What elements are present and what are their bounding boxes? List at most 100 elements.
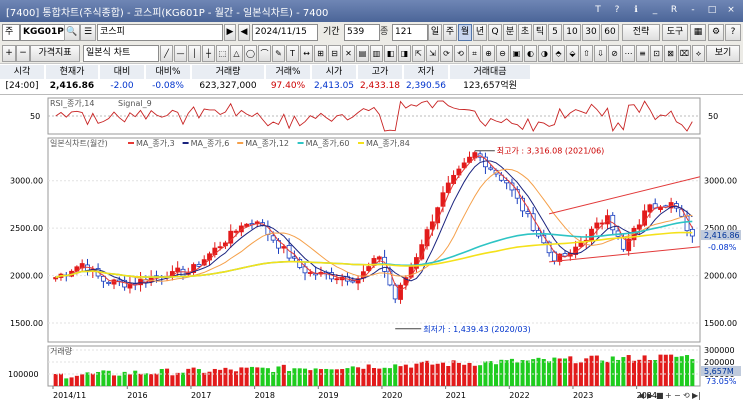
draw-tool-icon-25[interactable]: ▣ [510,45,523,62]
draw-tool-icon-12[interactable]: ⊟ [328,45,341,62]
grid-icon[interactable]: ▦ [690,24,706,41]
draw-tool-icon-15[interactable]: ▥ [370,45,383,62]
count-input[interactable]: 121 [392,24,428,41]
volume-bar [318,369,323,386]
volume-bar [154,373,159,386]
period-button-4[interactable]: Q [488,24,502,41]
help-icon[interactable]: ? [725,24,741,41]
draw-tool-icon-26[interactable]: ◐ [524,45,537,62]
draw-tool-icon-16[interactable]: ◧ [384,45,397,62]
draw-tool-icon-2[interactable]: │ [188,45,201,62]
title-button-6[interactable]: □ [704,3,720,17]
draw-tool-icon-8[interactable]: ✎ [272,45,285,62]
draw-tool-icon-14[interactable]: ▤ [356,45,369,62]
draw-tool-icon-6[interactable]: ◯ [244,45,257,62]
volume-bar [143,373,148,386]
period-input[interactable]: 539 [344,24,380,41]
tools-button[interactable]: 도구 [662,24,688,41]
x-label-3: 2018 [255,391,275,400]
draw-tool-icon-37[interactable]: ⌧ [678,45,691,62]
chart-area[interactable]: 3000.00 3000.002500.00 2500.002000.00 2000.… [0,94,743,417]
draw-tool-icon-23[interactable]: ⊕ [482,45,495,62]
price-index-button[interactable]: 가격지표 [30,45,80,62]
period-button-7[interactable]: 틱 [533,24,547,41]
prev-arrow-icon[interactable]: ◀ [238,24,250,41]
draw-tool-icon-11[interactable]: ⊞ [314,45,327,62]
ma-legend-swatch-1 [182,142,189,144]
draw-tool-icon-1[interactable]: — [174,45,187,62]
volume-bar [568,356,573,386]
period-button-2[interactable]: 월 [458,24,472,41]
settings-icon[interactable]: ⚙ [708,24,724,41]
draw-tool-icon-3[interactable]: ┼ [202,45,215,62]
next-arrow-icon[interactable]: ▶ [224,24,236,41]
y-tick-right-3: 1500.00 [704,319,737,328]
period-button-10[interactable]: 30 [582,24,600,41]
date-input[interactable]: 2024/11/15 [252,24,318,41]
quote-value-9: 123,657억원 [463,81,517,91]
draw-tool-icon-35[interactable]: ⊡ [650,45,663,62]
draw-tool-icon-18[interactable]: ⇱ [412,45,425,62]
draw-tool-icon-4[interactable]: ⬚ [216,45,229,62]
draw-tool-icon-17[interactable]: ◨ [398,45,411,62]
period-button-9[interactable]: 10 [563,24,581,41]
draw-tool-icon-13[interactable]: ✕ [342,45,355,62]
period-button-0[interactable]: 일 [428,24,442,41]
quote-header-8: 저가 [404,65,448,79]
candle-body [605,215,610,225]
name-field[interactable]: 코스피 [97,24,223,41]
draw-tool-icon-21[interactable]: ⟲ [454,45,467,62]
title-button-5[interactable]: - [685,3,701,17]
draw-tool-icon-19[interactable]: ⇲ [426,45,439,62]
volume-bar [58,373,63,386]
nav-icon-4: − [674,391,681,400]
code-input[interactable]: KGG01P [20,24,66,41]
volume-bar [303,368,308,386]
draw-tool-icon-20[interactable]: ⟳ [440,45,453,62]
title-button-0[interactable]: T [590,3,606,17]
y-tick-left-2: 2000.00 [10,272,43,281]
chart-type-select[interactable]: 일본식 차트 [83,45,159,62]
period-button-1[interactable]: 주 [443,24,457,41]
draw-tool-icon-9[interactable]: T [286,45,299,62]
draw-tool-icon-27[interactable]: ◑ [538,45,551,62]
draw-tool-icon-5[interactable]: △ [230,45,243,62]
expand-icon[interactable]: + [2,45,16,62]
period-button-8[interactable]: 5 [548,24,562,41]
period-button-5[interactable]: 분 [503,24,517,41]
view-button[interactable]: 보기 [706,45,740,62]
draw-tool-icon-31[interactable]: ⇩ [594,45,607,62]
draw-tool-icon-29[interactable]: ⬙ [566,45,579,62]
title-button-1[interactable]: ? [609,3,625,17]
market-select[interactable]: 주 [2,24,20,41]
volume-bar [202,372,207,386]
draw-tool-icon-34[interactable]: ≡ [636,45,649,62]
period-button-3[interactable]: 년 [473,24,487,41]
title-button-3[interactable]: _ [647,3,663,17]
search-icon[interactable]: 🔍 [64,24,80,41]
title-button-4[interactable]: R [666,3,682,17]
volume-bar [525,360,530,386]
count-label: 종 [380,27,389,37]
draw-tool-icon-32[interactable]: ⊘ [608,45,621,62]
candle-body [196,264,202,267]
draw-tool-icon-10[interactable]: ↔ [300,45,313,62]
draw-tool-icon-33[interactable]: ⋯ [622,45,635,62]
title-button-7[interactable]: × [723,3,739,17]
draw-tool-icon-7[interactable]: ⌒ [258,45,271,62]
strategy-button[interactable]: 전략 [622,24,660,41]
draw-tool-icon-36[interactable]: ⊠ [664,45,677,62]
draw-tool-icon-30[interactable]: ⇧ [580,45,593,62]
period-button-6[interactable]: 초 [518,24,532,41]
volume-bar [165,368,170,386]
draw-tool-icon-0[interactable]: ╱ [160,45,173,62]
volume-bar [520,360,525,386]
title-button-2[interactable]: ℹ [628,3,644,17]
draw-tool-icon-28[interactable]: ⬘ [552,45,565,62]
collapse-icon[interactable]: − [16,45,30,62]
draw-tool-icon-22[interactable]: ⌗ [468,45,481,62]
draw-tool-icon-38[interactable]: ⟡ [692,45,705,62]
draw-tool-icon-24[interactable]: ⊖ [496,45,509,62]
period-button-11[interactable]: 60 [601,24,619,41]
list-icon[interactable]: ☰ [80,24,96,41]
